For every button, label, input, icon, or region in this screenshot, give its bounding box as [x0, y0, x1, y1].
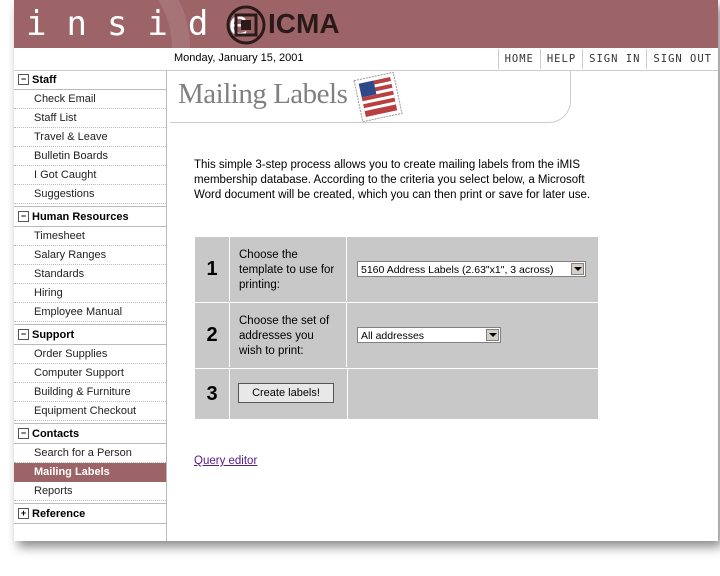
- header-banner: inside ICMA: [14, 0, 718, 48]
- create-labels-button[interactable]: Create labels!: [238, 383, 334, 403]
- page-title: Mailing Labels: [178, 78, 348, 110]
- nav-sign-in-link[interactable]: SIGN IN: [582, 49, 646, 69]
- icma-logo-icon: [226, 5, 266, 45]
- expand-icon[interactable]: +: [18, 508, 29, 519]
- sidebar-item-equipment-checkout[interactable]: Equipment Checkout: [14, 402, 166, 421]
- main-content: Mailing Labels This simple 3-step proces…: [170, 70, 718, 541]
- sidebar-item-hiring[interactable]: Hiring: [14, 284, 166, 303]
- address-set-select[interactable]: All addresses: [357, 327, 501, 343]
- sidebar-item-standards[interactable]: Standards: [14, 265, 166, 284]
- nav-help-link[interactable]: HELP: [539, 49, 582, 69]
- sidebar-section-staff[interactable]: − Staff: [14, 70, 166, 90]
- step-action-cell: Create labels!: [230, 369, 347, 419]
- flag-stamp-icon: [353, 72, 403, 122]
- title-area: Mailing Labels: [170, 70, 571, 123]
- collapse-icon[interactable]: −: [18, 211, 29, 222]
- sidebar-item-computer-support[interactable]: Computer Support: [14, 364, 166, 383]
- page-frame: inside ICMA Monday, January 15, 2001 HOM…: [14, 0, 718, 541]
- template-select[interactable]: 5160 Address Labels (2.63"x1", 3 across): [357, 261, 586, 277]
- chevron-down-icon[interactable]: [486, 329, 499, 341]
- brand-icma-wordmark: ICMA: [268, 8, 340, 39]
- step-number: 2: [195, 303, 230, 367]
- steps-table: 1 Choose the template to use for printin…: [195, 237, 598, 419]
- sidebar-section-label: Human Resources: [32, 210, 129, 223]
- step-row-2: 2 Choose the set of addresses you wish t…: [195, 303, 598, 367]
- sidebar-section-human-resources[interactable]: − Human Resources: [14, 206, 166, 227]
- step-control-cell: All addresses: [347, 303, 598, 367]
- query-editor-link[interactable]: Query editor: [194, 455, 257, 467]
- current-date: Monday, January 15, 2001: [174, 52, 304, 64]
- step-description: Choose the template to use for printing:: [239, 249, 335, 291]
- step-description: Choose the set of addresses you wish to …: [239, 315, 330, 357]
- sidebar-section-contacts[interactable]: − Contacts: [14, 423, 166, 444]
- step-row-1: 1 Choose the template to use for printin…: [195, 237, 598, 301]
- sidebar-item-suggestions[interactable]: Suggestions: [14, 185, 166, 204]
- collapse-icon[interactable]: −: [18, 329, 29, 340]
- step-number: 3: [195, 369, 230, 419]
- sidebar-item-timesheet[interactable]: Timesheet: [14, 227, 166, 246]
- sidebar-item-salary-ranges[interactable]: Salary Ranges: [14, 246, 166, 265]
- sidebar-item-building-furniture[interactable]: Building & Furniture: [14, 383, 166, 402]
- top-bar: Monday, January 15, 2001 HOME HELP SIGN …: [14, 49, 718, 71]
- collapse-icon[interactable]: −: [18, 74, 29, 85]
- sidebar-item-staff-list[interactable]: Staff List: [14, 109, 166, 128]
- step-row-3: 3 Create labels!: [195, 369, 598, 419]
- sidebar-item-reports[interactable]: Reports: [14, 482, 166, 501]
- chevron-down-icon[interactable]: [571, 263, 584, 275]
- sidebar-section-label: Contacts: [32, 427, 80, 440]
- top-nav: HOME HELP SIGN IN SIGN OUT: [497, 49, 718, 70]
- sidebar-section-label: Support: [32, 328, 75, 341]
- sidebar-item-mailing-labels[interactable]: Mailing Labels: [14, 463, 166, 482]
- nav-home-link[interactable]: HOME: [497, 49, 540, 69]
- step-number: 1: [195, 237, 230, 301]
- sidebar-section-support[interactable]: − Support: [14, 324, 166, 345]
- sidebar-item-employee-manual[interactable]: Employee Manual: [14, 303, 166, 322]
- step-description-cell: Choose the set of addresses you wish to …: [230, 303, 347, 367]
- nav-sign-out-link[interactable]: SIGN OUT: [646, 49, 718, 69]
- template-select-value: 5160 Address Labels (2.63"x1", 3 across): [361, 264, 554, 276]
- intro-text: This simple 3-step process allows you to…: [194, 159, 591, 201]
- sidebar-section-reference[interactable]: + Reference: [14, 503, 166, 524]
- step-control-cell: 5160 Address Labels (2.63"x1", 3 across): [347, 237, 598, 301]
- sidebar-item-check-email[interactable]: Check Email: [14, 90, 166, 109]
- sidebar-section-label: Reference: [32, 507, 86, 520]
- collapse-icon[interactable]: −: [18, 428, 29, 439]
- sidebar-item-search-person[interactable]: Search for a Person: [14, 444, 166, 463]
- sidebar-item-bulletin-boards[interactable]: Bulletin Boards: [14, 147, 166, 166]
- sidebar-item-order-supplies[interactable]: Order Supplies: [14, 345, 166, 364]
- step-description-cell: Choose the template to use for printing:: [230, 237, 347, 301]
- sidebar: − Staff Check Email Staff List Travel & …: [14, 70, 167, 541]
- sidebar-item-travel-leave[interactable]: Travel & Leave: [14, 128, 166, 147]
- step-control-cell: [347, 369, 599, 419]
- sidebar-section-label: Staff: [32, 73, 57, 86]
- sidebar-item-i-got-caught[interactable]: I Got Caught: [14, 166, 166, 185]
- address-set-select-value: All addresses: [361, 330, 425, 342]
